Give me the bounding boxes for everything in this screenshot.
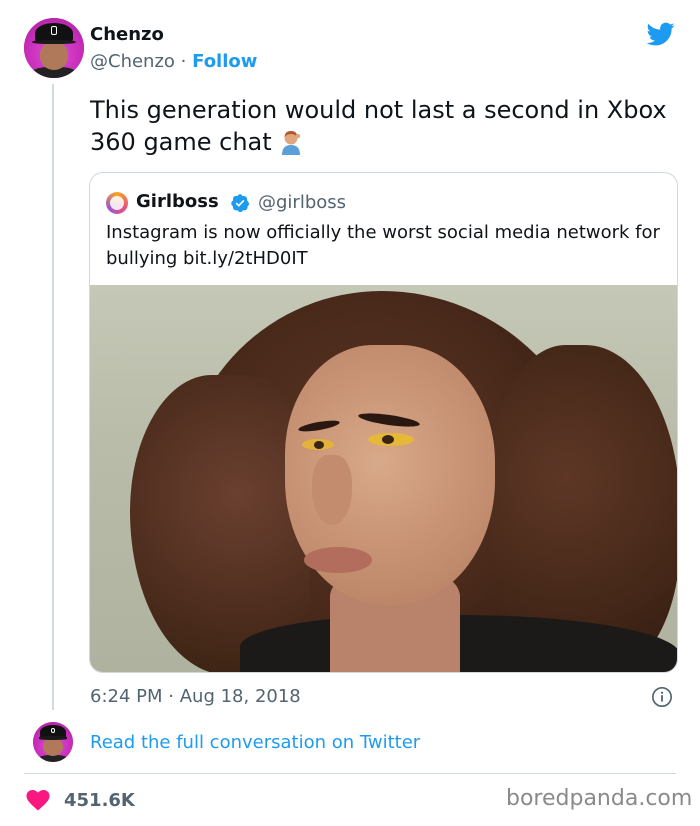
watermark: boredpanda.com bbox=[506, 786, 693, 811]
tweet-date: Aug 18, 2018 bbox=[179, 686, 301, 707]
quoted-author-name[interactable]: Girlboss bbox=[136, 191, 219, 212]
reply-avatar[interactable] bbox=[33, 722, 73, 762]
follow-button[interactable]: Follow bbox=[192, 51, 257, 72]
author-handle-row: @Chenzo · Follow bbox=[90, 51, 257, 72]
quoted-tweet-text: Instagram is now officially the worst so… bbox=[106, 222, 660, 269]
person-facepalming-emoji-icon bbox=[282, 131, 301, 155]
read-conversation-link[interactable]: Read the full conversation on Twitter bbox=[90, 732, 420, 753]
divider bbox=[24, 773, 676, 774]
thread-line bbox=[52, 84, 54, 710]
verified-badge-icon bbox=[231, 194, 250, 212]
author-name[interactable]: Chenzo bbox=[90, 24, 164, 45]
tweet-body: This generation would not last a second … bbox=[90, 96, 667, 156]
meta-separator: · bbox=[168, 686, 174, 707]
author-handle[interactable]: @Chenzo bbox=[90, 51, 175, 72]
heart-icon[interactable] bbox=[26, 789, 50, 811]
tweet-timestamp[interactable]: 6:24 PM · Aug 18, 2018 bbox=[90, 686, 301, 707]
tweet-text: This generation would not last a second … bbox=[90, 94, 670, 158]
handle-separator: · bbox=[180, 51, 187, 72]
quoted-tweet-photo[interactable] bbox=[90, 285, 677, 672]
quoted-author-handle[interactable]: @girlboss bbox=[258, 192, 346, 213]
tweet-time: 6:24 PM bbox=[90, 686, 163, 707]
author-avatar[interactable] bbox=[24, 18, 84, 78]
twitter-bird-icon[interactable] bbox=[644, 20, 678, 48]
info-icon[interactable] bbox=[651, 686, 673, 708]
quoted-tweet-card[interactable]: Girlboss @girlboss Instagram is now offi… bbox=[89, 172, 678, 673]
like-count: 451.6K bbox=[64, 790, 135, 811]
girlboss-avatar[interactable] bbox=[106, 192, 128, 214]
